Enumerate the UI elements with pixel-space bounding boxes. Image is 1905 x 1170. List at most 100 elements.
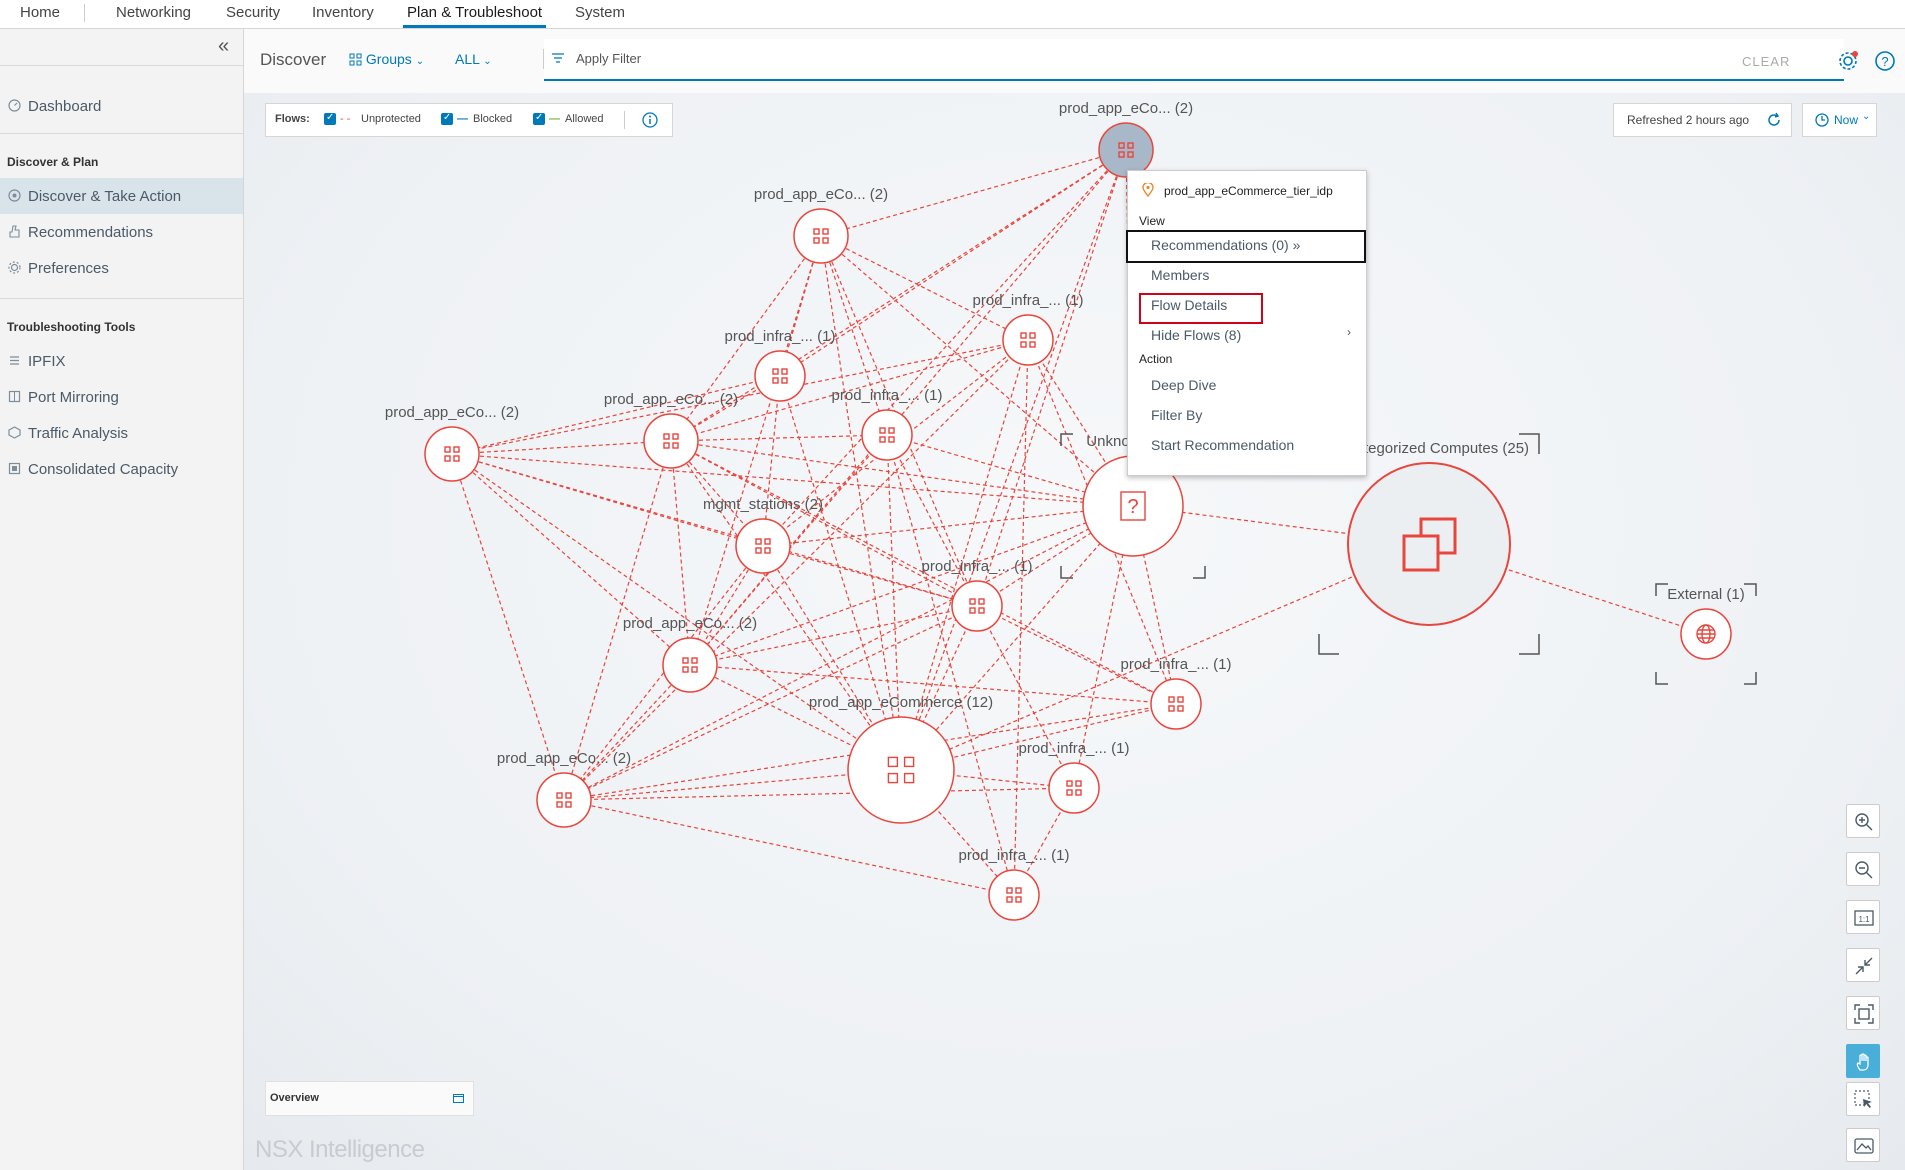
flow-edge[interactable]	[670, 434, 888, 442]
chevron-down-icon: ⌄	[483, 56, 492, 67]
flow-edge[interactable]	[886, 434, 978, 607]
group-node[interactable]: prod_app_eCo... (2)	[623, 615, 757, 693]
flow-edge[interactable]	[820, 235, 1134, 507]
zoom-in-button[interactable]	[1846, 804, 1880, 838]
group-node[interactable]: prod_app_eCo... (2)	[754, 186, 888, 264]
node-circle	[793, 208, 849, 264]
node-circle	[951, 580, 1003, 632]
flow-edge[interactable]	[563, 787, 1075, 801]
node-label: prod_infra_... (1)	[922, 558, 1033, 575]
zoom-out-button[interactable]	[1846, 852, 1880, 886]
flow-edge[interactable]	[451, 453, 565, 801]
group-node[interactable]: prod_app_eCommerce (12)	[809, 694, 993, 824]
flow-edge[interactable]	[900, 149, 1127, 771]
clear-button[interactable]: CLEAR	[1742, 54, 1790, 69]
tab-security[interactable]: Security	[226, 4, 280, 21]
sidebar-item-dashboard[interactable]: Dashboard	[0, 88, 243, 124]
hand-icon	[1856, 1053, 1869, 1071]
discover-icon	[8, 189, 21, 202]
all-dropdown[interactable]: ALL ⌄	[455, 51, 492, 67]
node-label: prod_infra_... (1)	[959, 847, 1070, 864]
groups-dropdown[interactable]: Groups ⌄	[349, 51, 424, 67]
sidebar-item-label: IPFIX	[28, 353, 66, 370]
tab-networking[interactable]: Networking	[116, 4, 191, 21]
group-node[interactable]: prod_infra_... (1)	[1019, 740, 1130, 814]
sidebar-divider	[0, 298, 243, 299]
filter-input[interactable]: Apply Filter	[576, 51, 641, 66]
collapse-sidebar-icon[interactable]: «	[218, 35, 229, 58]
sidebar-item-recommendations[interactable]: Recommendations	[0, 214, 243, 250]
overview-panel[interactable]: Overview	[265, 1081, 474, 1116]
node-label: prod_app_eCo... (2)	[385, 404, 519, 421]
flow-edge[interactable]	[820, 235, 902, 771]
collapse-view-button[interactable]	[1846, 948, 1880, 982]
group-node[interactable]: prod_infra_... (1)	[725, 328, 836, 402]
sidebar-item-port-mirroring[interactable]: Port Mirroring	[0, 379, 243, 415]
group-node[interactable]: prod_infra_... (1)	[959, 847, 1070, 921]
flow-edge[interactable]	[670, 440, 902, 771]
menu-item-recommendations[interactable]: Recommendations (0) »	[1151, 237, 1300, 253]
node-label: prod_infra_... (1)	[725, 328, 836, 345]
node-circle	[1048, 762, 1100, 814]
flow-edge[interactable]	[1013, 339, 1029, 896]
sidebar-item-traffic-analysis[interactable]: Traffic Analysis	[0, 415, 243, 451]
node-label: prod_app_eCo... (2)	[623, 615, 757, 632]
group-node[interactable]: prod_app_eCo... (2)	[497, 750, 631, 828]
screenshot-button[interactable]	[1846, 1128, 1880, 1162]
sidebar-item-preferences[interactable]: Preferences	[0, 250, 243, 286]
menu-item-filter-by[interactable]: Filter By	[1151, 407, 1202, 423]
sidebar-item-label: Consolidated Capacity	[28, 461, 179, 478]
expand-overview-icon[interactable]	[453, 1094, 464, 1103]
group-node[interactable]: prod_app_eCo... (2)	[604, 391, 738, 469]
pan-tool-button[interactable]	[1846, 1044, 1880, 1078]
flow-edge[interactable]	[670, 440, 978, 607]
node-label: External (1)	[1667, 586, 1745, 603]
menu-item-deep-dive[interactable]: Deep Dive	[1151, 377, 1216, 393]
fit-to-screen-button[interactable]	[1846, 996, 1880, 1030]
flow-edge[interactable]	[563, 799, 1015, 896]
flow-edge[interactable]	[820, 235, 1029, 341]
node-circle	[662, 637, 718, 693]
node-label: prod_app_eCo... (2)	[754, 186, 888, 203]
group-node[interactable]: prod_app_eCo... (2)	[1059, 100, 1193, 178]
menu-item-start-recommendation[interactable]: Start Recommendation	[1151, 437, 1294, 453]
sidebar-item-ipfix[interactable]: IPFIX	[0, 343, 243, 379]
sidebar-item-discover-take-action[interactable]: Discover & Take Action	[0, 178, 243, 214]
menu-item-members[interactable]: Members	[1151, 267, 1209, 283]
node-circle	[1098, 122, 1154, 178]
svg-text:?: ?	[1127, 496, 1138, 518]
node-label: prod_infra_... (1)	[973, 292, 1084, 309]
flow-edge[interactable]	[886, 434, 1015, 896]
tab-home[interactable]: Home	[20, 4, 60, 21]
chevron-down-icon: ⌄	[415, 56, 425, 67]
tab-system[interactable]: System	[575, 4, 625, 21]
svg-text:1:1: 1:1	[1858, 915, 1870, 924]
sidebar-item-consolidated-capacity[interactable]: Consolidated Capacity	[0, 451, 243, 487]
tab-inventory[interactable]: Inventory	[312, 4, 374, 21]
settings-gear-icon[interactable]	[1837, 50, 1859, 72]
node-circle	[1002, 314, 1054, 366]
menu-item-flow-details[interactable]: Flow Details	[1151, 297, 1227, 313]
port-mirroring-icon	[8, 390, 21, 403]
actual-size-button[interactable]: 1:1	[1846, 900, 1880, 934]
flow-edge[interactable]	[689, 149, 1127, 666]
menu-item-hide-flows[interactable]: Hide Flows (8)	[1151, 327, 1241, 343]
topology-canvas[interactable]: Flows: - - Unprotected — Blocked — Allow…	[244, 93, 1905, 1170]
tab-plan-troubleshoot[interactable]: Plan & Troubleshoot	[402, 4, 547, 28]
flow-edge[interactable]	[451, 453, 691, 666]
flow-edge[interactable]	[451, 453, 902, 771]
node-external[interactable]: External (1)	[1655, 583, 1757, 685]
node-label: prod_app_eCo... (2)	[1059, 100, 1193, 117]
select-tool-button[interactable]	[1846, 1082, 1880, 1116]
flow-edge[interactable]	[689, 235, 822, 666]
filter-bar[interactable]: Apply Filter	[544, 39, 1844, 81]
flow-edge[interactable]	[976, 605, 1177, 705]
group-node[interactable]: prod_infra_... (1)	[832, 387, 943, 461]
group-node[interactable]: mgmt_stations (2)	[703, 496, 823, 574]
brand-watermark: NSX Intelligence	[255, 1136, 425, 1163]
sidebar-item-label: Port Mirroring	[28, 389, 119, 406]
group-node[interactable]: prod_infra_... (1)	[973, 292, 1084, 366]
group-node[interactable]: prod_infra_... (1)	[1121, 656, 1232, 730]
help-icon[interactable]: ?	[1874, 50, 1896, 72]
all-dropdown-label: ALL	[455, 51, 480, 67]
